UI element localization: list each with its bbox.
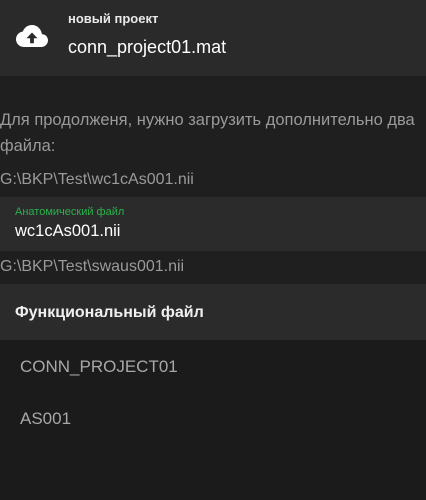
functional-file-header[interactable]: Функциональный файл	[0, 284, 426, 340]
anatomical-file-label: Анатомический файл	[15, 206, 125, 218]
instruction-message: Для продолженя, нужно загрузить дополнит…	[0, 111, 415, 155]
functional-file-option[interactable]: CONN_PROJECT01	[20, 357, 178, 377]
anatomical-file-value: wc1cAs001.nii	[15, 222, 121, 240]
project-name: conn_project01.mat	[68, 37, 227, 57]
anatomical-file-card[interactable]: Анатомический файл wc1cAs001.nii	[0, 197, 426, 251]
project-header[interactable]: новый проект conn_project01.mat	[0, 0, 426, 76]
functional-file-list: CONN_PROJECT01 AS001	[0, 340, 426, 500]
file-load-panel: новый проект conn_project01.mat Для прод…	[0, 0, 426, 500]
functional-file-title: Функциональный файл	[15, 304, 204, 321]
functional-path: G:\BKP\Test\swaus001.nii	[0, 258, 185, 275]
header-caption: новый проект	[68, 11, 159, 26]
functional-file-option[interactable]: AS001	[20, 409, 71, 429]
cloud-upload-icon	[16, 25, 48, 47]
anatomical-path: G:\BKP\Test\wc1cAs001.nii	[0, 171, 194, 188]
